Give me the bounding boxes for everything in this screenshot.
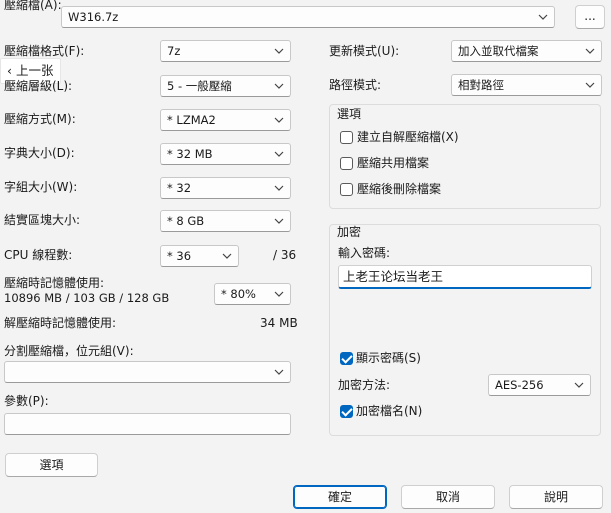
chevron-left-icon: ‹ — [7, 63, 12, 78]
params-label: 參數(P): — [4, 394, 49, 408]
format-label: 壓縮檔格式(F): — [4, 44, 85, 58]
method-label: 壓縮方式(M): — [4, 112, 76, 126]
chevron-down-icon — [585, 82, 595, 88]
chevron-down-icon — [274, 151, 284, 157]
cpu-value: * 36 — [167, 249, 192, 263]
update-label: 更新模式(U): — [329, 44, 400, 58]
path-label: 路徑模式: — [329, 78, 382, 92]
mem-label: 壓縮時記憶體使用: — [4, 276, 105, 290]
update-combo[interactable]: 加入並取代檔案 — [451, 40, 602, 62]
mem-combo[interactable]: * 80% — [214, 283, 291, 305]
chevron-down-icon — [274, 218, 284, 224]
level-combo[interactable]: 5 - 一般壓縮 — [160, 75, 291, 97]
mem-detail: 10896 MB / 103 GB / 128 GB — [4, 291, 170, 305]
split-label: 分割壓縮檔，位元組(V): — [4, 344, 134, 358]
method-combo[interactable]: * LZMA2 — [160, 109, 291, 131]
chevron-down-icon — [222, 253, 232, 259]
format-value: 7z — [167, 44, 181, 58]
decomp-value: 34 MB — [260, 316, 298, 330]
encryption-method-combo[interactable]: AES-256 — [488, 374, 591, 396]
shared-checkbox[interactable] — [340, 157, 353, 170]
chevron-down-icon — [274, 83, 284, 89]
encrypt-names-label: 加密檔名(N) — [356, 404, 423, 418]
word-combo[interactable]: * 32 — [160, 177, 291, 199]
level-value: 5 - 一般壓縮 — [167, 79, 232, 93]
method-value: * LZMA2 — [167, 113, 216, 127]
browse-button[interactable]: ... — [575, 5, 605, 29]
shared-label: 壓縮共用檔案 — [357, 156, 430, 170]
archive-path-value: W316.7z — [68, 10, 119, 24]
archive-label: 壓縮檔(A): — [4, 0, 62, 12]
cancel-button[interactable]: 取消 — [401, 485, 495, 509]
params-input[interactable] — [4, 413, 291, 435]
dict-combo[interactable]: * 32 MB — [160, 143, 291, 165]
cpu-label: CPU 線程數: — [4, 248, 73, 262]
decomp-label: 解壓縮時記憶體使用: — [4, 316, 117, 330]
back-label: 上一张 — [15, 63, 54, 78]
chevron-down-icon — [538, 14, 548, 20]
path-combo[interactable]: 相對路徑 — [451, 74, 602, 96]
delete-after-label: 壓縮後刪除檔案 — [357, 182, 442, 196]
show-password-checkbox[interactable] — [340, 352, 353, 365]
enter-password-label: 輸入密碼: — [338, 246, 391, 260]
password-input[interactable]: 上老王论坛当老王 — [338, 265, 592, 289]
delete-after-checkbox[interactable] — [340, 183, 353, 196]
format-combo[interactable]: 7z — [160, 40, 291, 62]
chevron-down-icon — [274, 185, 284, 191]
path-value: 相對路徑 — [458, 78, 504, 92]
archive-path-combo[interactable]: W316.7z — [61, 6, 555, 28]
dict-label: 字典大小(D): — [4, 146, 75, 160]
encrypt-names-checkbox[interactable] — [340, 405, 353, 418]
options-button[interactable]: 選項 — [5, 453, 98, 477]
word-value: * 32 — [167, 181, 192, 195]
chevron-down-icon — [274, 117, 284, 123]
chevron-down-icon — [274, 291, 284, 297]
password-value: 上老王论坛当老王 — [343, 269, 444, 284]
encryption-method-label: 加密方法: — [338, 378, 391, 392]
dict-value: * 32 MB — [167, 147, 213, 161]
mem-value: * 80% — [221, 287, 256, 301]
solid-label: 結實區塊大小: — [4, 213, 81, 227]
update-value: 加入並取代檔案 — [458, 44, 539, 58]
show-password-label: 顯示密碼(S) — [356, 351, 421, 365]
help-button[interactable]: 說明 — [509, 485, 603, 509]
encryption-method-value: AES-256 — [495, 378, 544, 392]
cpu-max: / 36 — [273, 248, 297, 262]
chevron-down-icon — [574, 382, 584, 388]
word-label: 字組大小(W): — [4, 180, 78, 194]
split-combo[interactable] — [4, 361, 291, 383]
sfx-label: 建立自解壓縮檔(X) — [357, 130, 459, 144]
chevron-down-icon — [585, 48, 595, 54]
ok-button[interactable]: 確定 — [293, 485, 387, 509]
options-group-title: 選項 — [337, 107, 362, 121]
encryption-group-title: 加密 — [337, 225, 362, 239]
level-label: 壓縮層級(L): — [4, 79, 73, 93]
sfx-checkbox[interactable] — [340, 131, 353, 144]
cpu-combo[interactable]: * 36 — [160, 245, 239, 267]
chevron-down-icon — [274, 48, 284, 54]
solid-combo[interactable]: * 8 GB — [160, 210, 291, 232]
solid-value: * 8 GB — [167, 214, 205, 228]
chevron-down-icon — [274, 369, 284, 375]
